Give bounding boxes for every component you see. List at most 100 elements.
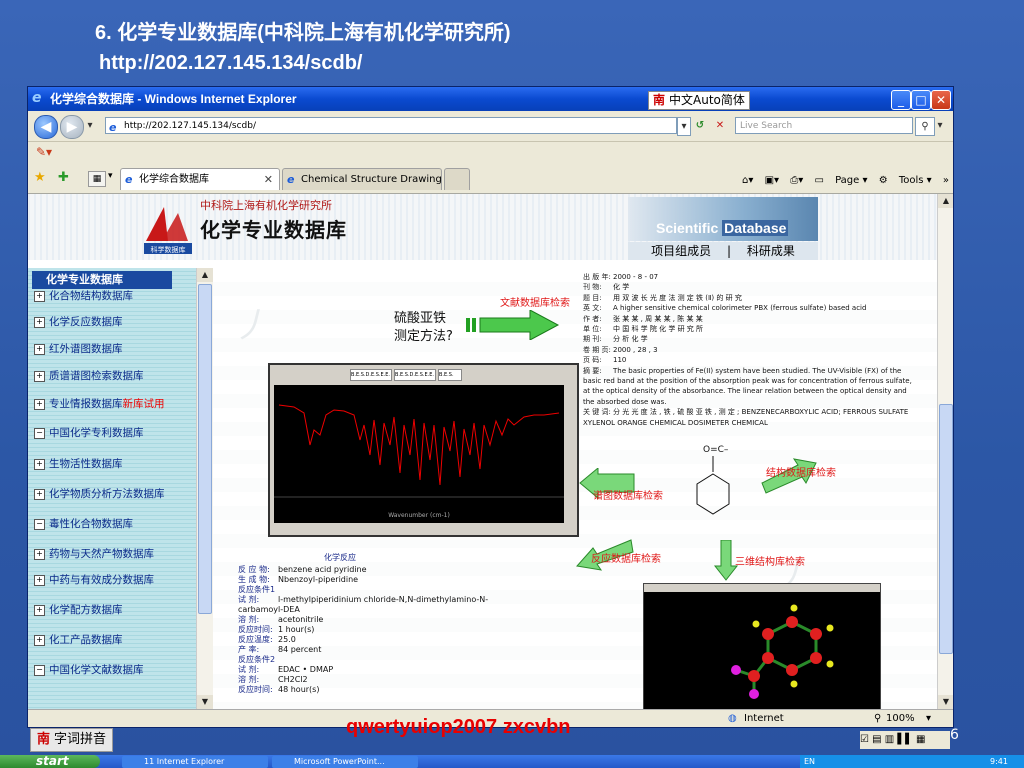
abstract-value: The basic properties of Fe(II) system ha… (583, 366, 912, 406)
struct-search-label[interactable]: 结构数据库检索 (766, 464, 836, 479)
abstract-value: 2000 - 8 - 07 (613, 273, 659, 281)
zoom-level[interactable]: 100% (886, 710, 915, 727)
sidebar-item[interactable]: + 专业情报数据库新库试用 (34, 396, 165, 411)
task-powerpoint[interactable]: Microsoft PowerPoint... (272, 756, 418, 768)
page-scroll-down-icon[interactable]: ▼ (938, 695, 953, 709)
spectrum-button[interactable]: B.E.S.D.E.S.E.E. (394, 369, 436, 381)
print-icon[interactable]: ⎙▾ (790, 175, 803, 186)
page-menu[interactable]: ▭ Page ▾ (814, 175, 867, 186)
new-tab-button[interactable] (444, 168, 470, 190)
system-tray: EN 9:41 (800, 755, 1024, 768)
expand-icon[interactable]: + (34, 398, 45, 410)
history-dropdown-icon[interactable]: ▾ (85, 117, 95, 134)
expand-icon[interactable]: + (34, 604, 45, 616)
expand-icon[interactable]: + (34, 458, 45, 470)
expand-icon[interactable]: + (34, 343, 45, 355)
spec-search-label[interactable]: 谱图数据库检索 (593, 487, 663, 502)
maximize-button[interactable]: □ (911, 90, 931, 110)
sidebar-item[interactable]: + 化学反应数据库 (34, 314, 123, 329)
search-input[interactable]: Live Search (735, 117, 913, 134)
zoom-dropdown-icon[interactable]: ▾ (926, 710, 931, 727)
address-url: http://202.127.145.134/scdb/ (124, 121, 256, 131)
page-scrollbar[interactable]: ▲ ▼ (937, 194, 953, 709)
sidebar-item[interactable]: + 红外谱图数据库 (34, 341, 123, 356)
window-titlebar[interactable]: e 化学综合数据库 - Windows Internet Explorer 南中… (28, 87, 953, 111)
tab-chem-db[interactable]: e 化学综合数据库 ✕ (120, 168, 280, 190)
home-icon[interactable]: ⌂▾ (742, 175, 753, 186)
address-input[interactable]: e http://202.127.145.134/scdb/ (105, 117, 677, 134)
tab-close-icon[interactable]: ✕ (264, 169, 273, 190)
feeds-icon[interactable]: ▣▾ (765, 175, 779, 186)
translate-icon[interactable]: ✎▾ (36, 145, 52, 159)
reaction-row: 溶 剂: CH2Cl2 (238, 675, 498, 685)
ir-spectrum-window: B.E.S.D.E.S.E.E. B.E.S.D.E.S.E.E. B.E.S.… (268, 363, 579, 537)
add-favorites-icon[interactable]: ✚ (58, 170, 69, 185)
sidebar-item-label: 中国化学文献数据库 (49, 664, 144, 676)
address-dropdown-icon[interactable]: ▾ (677, 117, 691, 136)
zoom-icon[interactable]: ⚲ (874, 710, 881, 727)
expand-icon[interactable]: + (34, 574, 45, 586)
site-logo: 科学数据库 (138, 197, 198, 255)
tab-structure-drawing[interactable]: e Chemical Structure Drawing ... (282, 168, 442, 190)
expand-icon[interactable]: + (34, 316, 45, 328)
reaction-row: 试 剂: l-methylpiperidinium chloride-N,N-di… (238, 595, 498, 615)
tab-list-icon[interactable]: ▾ (108, 171, 113, 181)
expand-icon[interactable]: + (34, 290, 45, 302)
start-button[interactable]: start (0, 755, 100, 768)
arrow-to-abstract (466, 310, 560, 340)
sidebar-item[interactable]: + 药物与天然产物数据库 (34, 546, 154, 561)
sidebar-item[interactable]: + 生物活性数据库 (34, 456, 123, 471)
language-indicator[interactable]: EN (804, 755, 815, 768)
page-scroll-up-icon[interactable]: ▲ (938, 194, 953, 208)
expand-icon[interactable]: + (34, 488, 45, 500)
collapse-icon[interactable]: − (34, 427, 45, 439)
forward-button[interactable]: ▶ (60, 115, 84, 139)
expand-icon[interactable]: + (34, 548, 45, 560)
sidebar-item[interactable]: + 化合物结构数据库 (34, 288, 133, 303)
sidebar-item[interactable]: + 中药与有效成分数据库 (34, 572, 154, 587)
banner-english: Scientific Database (656, 220, 789, 236)
refresh-icon[interactable]: ↺ (691, 117, 709, 134)
minimize-button[interactable]: _ (891, 90, 911, 110)
spectrum-button[interactable]: B.E.S.D.E.S.E.E. (350, 369, 392, 381)
sidebar-item[interactable]: + 质谱谱图检索数据库 (34, 368, 144, 383)
abstract-key: 关 键 词: (583, 408, 611, 417)
expand-icon[interactable]: + (34, 634, 45, 646)
3d-search-label[interactable]: 三维结构库检索 (735, 553, 805, 568)
sidebar-item[interactable]: + 化学物质分析方法数据库 (34, 486, 165, 501)
favorites-star-icon[interactable]: ★ (34, 170, 46, 185)
sidebar-item[interactable]: − 中国化学专利数据库 (34, 425, 144, 440)
more-icon[interactable]: » (943, 175, 949, 186)
rxn-search-label[interactable]: 反应数据库检索 (591, 550, 661, 565)
spectrum-button[interactable]: B.E.S. (438, 369, 462, 381)
search-icon[interactable]: ⚲ (915, 117, 935, 136)
ime-tray-icons[interactable]: ☑ ▤ ▥ ▌▌ ▦ (860, 731, 950, 749)
link-results[interactable]: 科研成果 (747, 244, 795, 258)
quick-tabs-icon[interactable]: ▦ (88, 171, 106, 187)
sidebar-item[interactable]: − 毒性化合物数据库 (34, 516, 133, 531)
collapse-icon[interactable]: − (34, 518, 45, 530)
back-button[interactable]: ◀ (34, 115, 58, 139)
stop-icon[interactable]: ✕ (711, 117, 729, 134)
ime-status[interactable]: 南字词拼音 (30, 728, 114, 752)
lit-search-label[interactable]: 文献数据库检索 (500, 294, 570, 309)
search-options-icon[interactable]: ▾ (935, 117, 945, 134)
task-ie[interactable]: 11 Internet Explorer (122, 756, 268, 768)
sidebar-item[interactable]: + 化学配方数据库 (34, 602, 123, 617)
link-members[interactable]: 项目组成员 (651, 244, 711, 258)
scroll-thumb[interactable] (198, 284, 212, 614)
tools-menu[interactable]: ⚙ Tools ▾ (879, 175, 932, 186)
ime-toolbar[interactable]: 南中文Auto简体 (648, 91, 750, 110)
scroll-up-icon[interactable]: ▲ (197, 268, 213, 282)
reaction-value: 25.0 (278, 635, 296, 644)
sidebar-item[interactable]: − 中国化学文献数据库 (34, 662, 144, 677)
page-scroll-thumb[interactable] (939, 404, 953, 654)
reaction-record: 化学反应 反 应 物: benzene acid pyridine 生 成 物: Nb… (238, 553, 498, 695)
sidebar-item-label: 质谱谱图检索数据库 (49, 370, 144, 382)
scroll-down-icon[interactable]: ▼ (197, 695, 213, 709)
sidebar-scrollbar[interactable]: ▲ ▼ (196, 268, 213, 709)
close-window-button[interactable]: ✕ (931, 90, 951, 110)
expand-icon[interactable]: + (34, 370, 45, 382)
sidebar-item[interactable]: + 化工产品数据库 (34, 632, 123, 647)
collapse-icon[interactable]: − (34, 664, 45, 676)
